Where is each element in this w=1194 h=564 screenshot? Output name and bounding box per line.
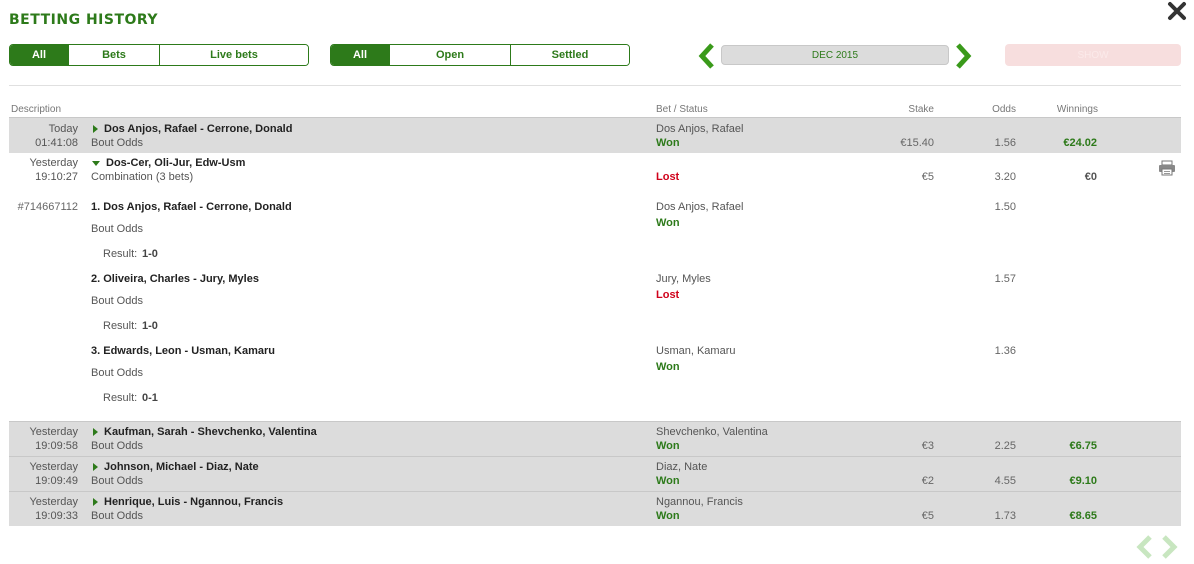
filter-type-live-bets[interactable]: Live bets xyxy=(160,45,308,65)
leg-status: Won xyxy=(656,217,680,229)
leg-selection: Jury, Myles xyxy=(656,273,711,285)
next-page-arrow-icon[interactable] xyxy=(1160,534,1178,560)
bet-market: Bout Odds xyxy=(91,510,143,522)
collapse-arrow-icon[interactable] xyxy=(92,160,100,166)
expand-arrow-icon[interactable] xyxy=(93,125,98,134)
bet-stake: €5 xyxy=(921,510,934,522)
bet-selection: Dos Anjos, Rafael xyxy=(656,123,744,135)
bet-status: Won xyxy=(656,440,680,452)
leg-status: Won xyxy=(656,361,680,373)
bet-stake: €5 xyxy=(921,171,934,183)
bet-time: 19:09:33 xyxy=(35,510,78,522)
bet-id: #714667112 xyxy=(17,201,78,213)
bet-winnings: €6.75 xyxy=(1069,440,1097,452)
bet-market: Combination (3 bets) xyxy=(91,171,194,183)
bet-day: Yesterday xyxy=(29,157,78,169)
column-header-winnings: Winnings xyxy=(1056,104,1098,115)
bet-time: 19:09:58 xyxy=(35,440,78,452)
bet-selection: Diaz, Nate xyxy=(656,461,708,473)
bet-winnings: €24.02 xyxy=(1063,137,1097,149)
bet-event[interactable]: Henrique, Luis - Ngannou, Francis xyxy=(91,496,283,508)
bet-status: Won xyxy=(656,475,680,487)
next-month-arrow-icon[interactable] xyxy=(953,42,973,70)
bet-odds: 4.55 xyxy=(994,475,1016,487)
leg-market: Bout Odds xyxy=(91,223,143,235)
filter-type-bets[interactable]: Bets xyxy=(69,45,160,65)
column-header-stake: Stake xyxy=(908,104,934,115)
bet-day: Yesterday xyxy=(29,426,78,438)
bet-time: 19:10:27 xyxy=(35,171,78,183)
expand-arrow-icon[interactable] xyxy=(93,463,98,472)
leg-odds: 1.57 xyxy=(994,273,1016,285)
bet-odds: 1.56 xyxy=(994,137,1016,149)
bet-status: Won xyxy=(656,137,680,149)
bet-time: 19:09:49 xyxy=(35,475,78,487)
previous-page-arrow-icon[interactable] xyxy=(1136,534,1154,560)
bet-day: Yesterday xyxy=(29,461,78,473)
filter-type-all[interactable]: All xyxy=(10,45,69,65)
leg-event: 1. Dos Anjos, Rafael - Cerrone, Donald xyxy=(91,201,292,213)
bet-event[interactable]: Johnson, Michael - Diaz, Nate xyxy=(91,461,259,473)
bet-odds: 2.25 xyxy=(994,440,1016,452)
bet-type-filter: All Bets Live bets xyxy=(9,44,309,66)
bet-event[interactable]: Dos Anjos, Rafael - Cerrone, Donald xyxy=(91,123,292,135)
expand-arrow-icon[interactable] xyxy=(93,498,98,507)
filter-status-open[interactable]: Open xyxy=(390,45,511,65)
leg-selection: Usman, Kamaru xyxy=(656,345,736,357)
leg-market: Bout Odds xyxy=(91,367,143,379)
leg-market: Bout Odds xyxy=(91,295,143,307)
bet-event[interactable]: Kaufman, Sarah - Shevchenko, Valentina xyxy=(91,426,317,438)
show-button[interactable]: SHOW xyxy=(1005,44,1181,66)
leg-result: 0-1 xyxy=(142,392,158,404)
divider xyxy=(9,85,1181,86)
leg-result: 1-0 xyxy=(142,248,158,260)
leg-result-label: Result: xyxy=(103,320,138,332)
bet-row[interactable]: Yesterday 19:09:33 Henrique, Luis - Ngan… xyxy=(9,491,1181,526)
bet-winnings: €8.65 xyxy=(1069,510,1097,522)
expand-arrow-icon[interactable] xyxy=(93,428,98,437)
column-header-odds: Odds xyxy=(992,104,1016,115)
bet-status: Lost xyxy=(656,171,680,183)
leg-event: 3. Edwards, Leon - Usman, Kamaru xyxy=(91,345,275,357)
leg-result: 1-0 xyxy=(142,320,158,332)
bet-odds: 1.73 xyxy=(994,510,1016,522)
bet-row-expanded[interactable]: Yesterday 19:10:27 Dos-Cer, Oli-Jur, Edw… xyxy=(9,153,1181,421)
bet-selection: Ngannou, Francis xyxy=(656,496,743,508)
leg-event: 2. Oliveira, Charles - Jury, Myles xyxy=(91,273,259,285)
close-icon[interactable] xyxy=(1166,0,1188,22)
leg-odds: 1.36 xyxy=(994,345,1016,357)
previous-month-arrow-icon[interactable] xyxy=(697,42,717,70)
bet-winnings: €0 xyxy=(1084,171,1097,183)
bet-stake: €3 xyxy=(921,440,934,452)
column-header-description: Description xyxy=(11,104,62,115)
leg-status: Lost xyxy=(656,289,680,301)
bet-row[interactable]: Yesterday 19:09:58 Kaufman, Sarah - Shev… xyxy=(9,421,1181,456)
leg-selection: Dos Anjos, Rafael xyxy=(656,201,744,213)
bet-odds: 3.20 xyxy=(994,171,1016,183)
bet-market: Bout Odds xyxy=(91,475,143,487)
bet-stake: €15.40 xyxy=(900,137,934,149)
leg-result-label: Result: xyxy=(103,248,138,260)
bet-day: Today xyxy=(48,123,78,135)
bet-row[interactable]: Yesterday 19:09:49 Johnson, Michael - Di… xyxy=(9,456,1181,491)
bet-day: Yesterday xyxy=(29,496,78,508)
bet-row[interactable]: Today 01:41:08 Dos Anjos, Rafael - Cerro… xyxy=(9,117,1181,153)
bet-time: 01:41:08 xyxy=(35,137,78,149)
page-title: BETTING HISTORY xyxy=(9,12,159,28)
bet-stake: €2 xyxy=(921,475,934,487)
leg-odds: 1.50 xyxy=(994,201,1016,213)
leg-result-label: Result: xyxy=(103,392,138,404)
bet-selection: Shevchenko, Valentina xyxy=(656,426,768,438)
bet-market: Bout Odds xyxy=(91,137,143,149)
bet-status-filter: All Open Settled xyxy=(330,44,630,66)
bet-market: Bout Odds xyxy=(91,440,143,452)
bet-event[interactable]: Dos-Cer, Oli-Jur, Edw-Usm xyxy=(91,157,245,169)
filter-status-all[interactable]: All xyxy=(331,45,390,65)
bet-status: Won xyxy=(656,510,680,522)
filter-status-settled[interactable]: Settled xyxy=(511,45,629,65)
month-selector[interactable]: DEC 2015 xyxy=(721,45,949,65)
print-icon[interactable] xyxy=(1158,160,1176,176)
bet-winnings: €9.10 xyxy=(1069,475,1097,487)
column-header-bet-status: Bet / Status xyxy=(656,104,708,115)
